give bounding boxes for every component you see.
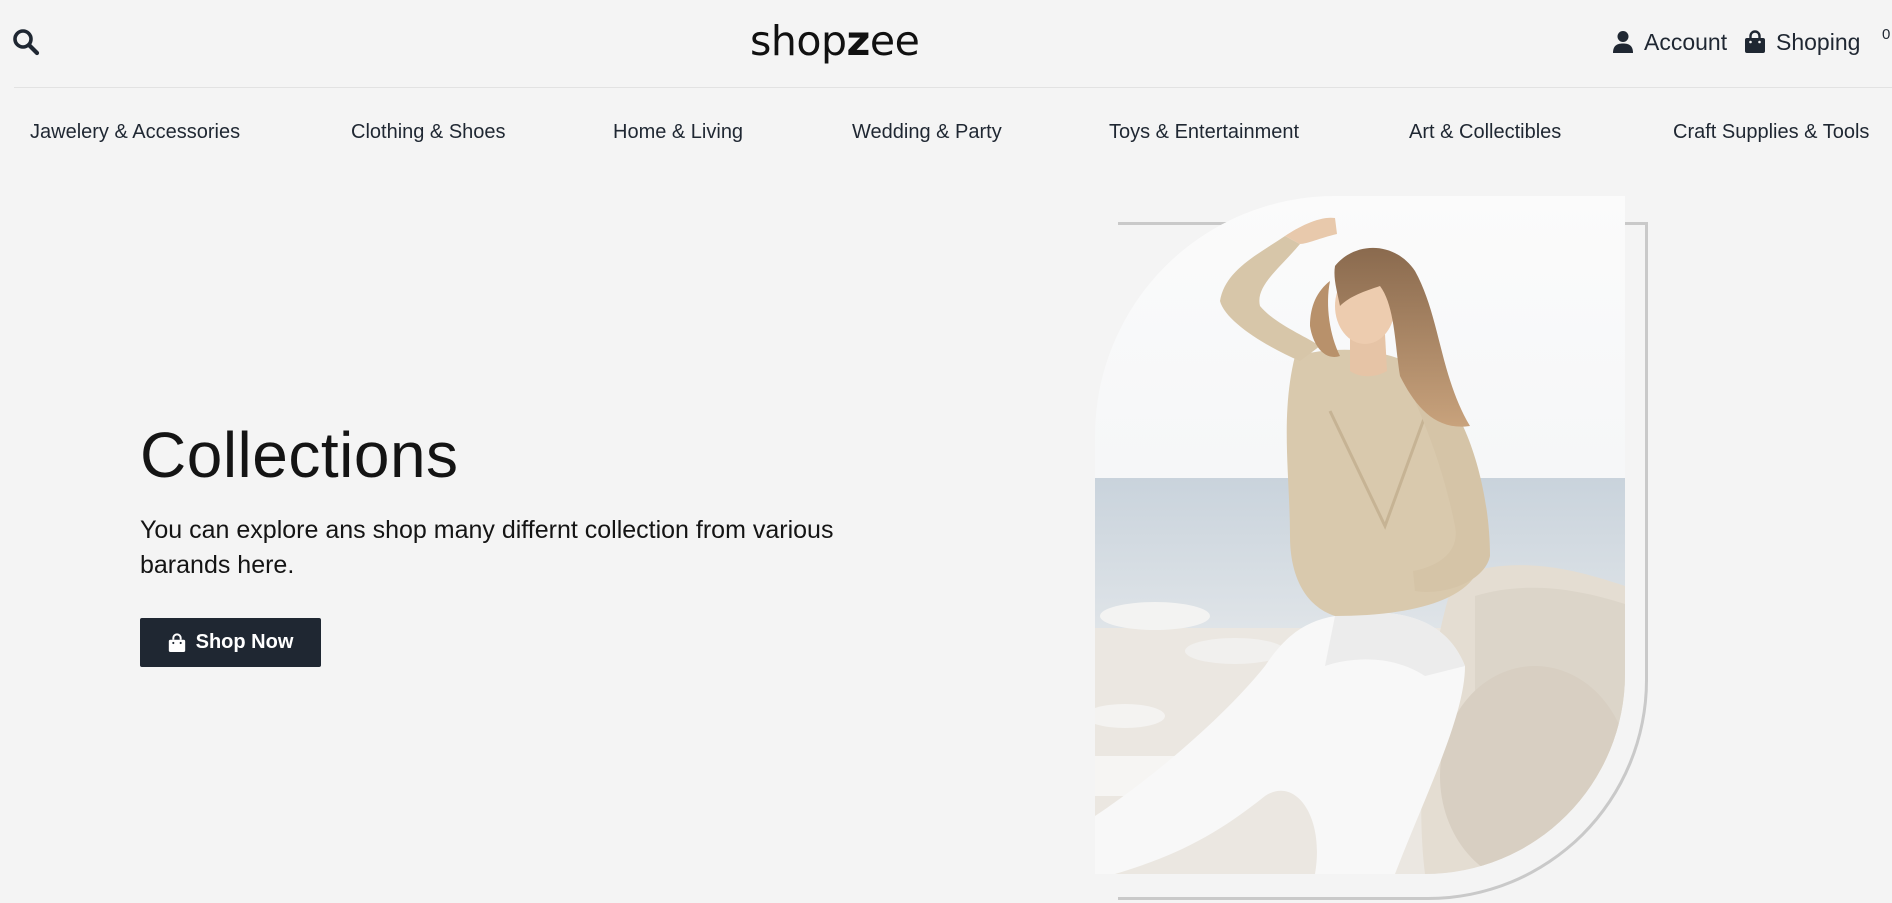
logo-text-o: o	[796, 17, 821, 65]
category-craft-supplies-tools[interactable]: Craft Supplies & Tools	[1673, 112, 1869, 152]
account-label: Account	[1644, 28, 1728, 55]
header-divider	[14, 87, 1892, 88]
logo-text-suffix: ee	[869, 17, 920, 65]
category-nav: Jawelery & Accessories Clothing & Shoes …	[0, 112, 1892, 152]
cart-count-badge: 0	[1882, 26, 1891, 43]
hero-description: You can explore ans shop many differnt c…	[140, 516, 834, 579]
logo[interactable]: shopzee	[750, 14, 920, 68]
header-actions: Account Shoping 0	[1592, 24, 1892, 60]
site-header: shopzee Account Shoping 0	[0, 0, 1892, 88]
category-art-collectibles[interactable]: Art & Collectibles	[1409, 112, 1561, 152]
shop-now-label: Shop Now	[195, 631, 294, 653]
search-button[interactable]	[12, 28, 40, 56]
category-toys-entertainment[interactable]: Toys & Entertainment	[1109, 112, 1299, 152]
category-clothing-shoes[interactable]: Clothing & Shoes	[351, 112, 506, 152]
logo-text-z: z	[846, 17, 870, 65]
search-icon	[13, 29, 40, 56]
category-wedding-party[interactable]: Wedding & Party	[852, 112, 1002, 152]
page: shopzee Account Shoping 0 Jawelery & Acc…	[0, 0, 1892, 903]
cart-label: Shoping	[1776, 28, 1861, 55]
account-link[interactable]: Account	[1612, 24, 1727, 60]
shopping-bag-icon	[168, 632, 185, 652]
category-home-living[interactable]: Home & Living	[613, 112, 743, 152]
cart-link[interactable]: Shoping	[1744, 24, 1860, 60]
hero-image	[1095, 196, 1625, 874]
shop-now-button[interactable]: Shop Now	[140, 618, 321, 667]
shopping-bag-icon	[1745, 30, 1765, 53]
logo-text-p: p	[820, 17, 847, 65]
hero-image-frame-top	[1626, 222, 1648, 225]
category-jawelery-accessories[interactable]: Jawelery & Accessories	[30, 112, 240, 152]
model-photo	[1095, 196, 1625, 874]
user-icon	[1613, 31, 1633, 53]
hero-title: Collections	[140, 419, 459, 491]
logo-text-prefix: sh	[750, 17, 797, 65]
